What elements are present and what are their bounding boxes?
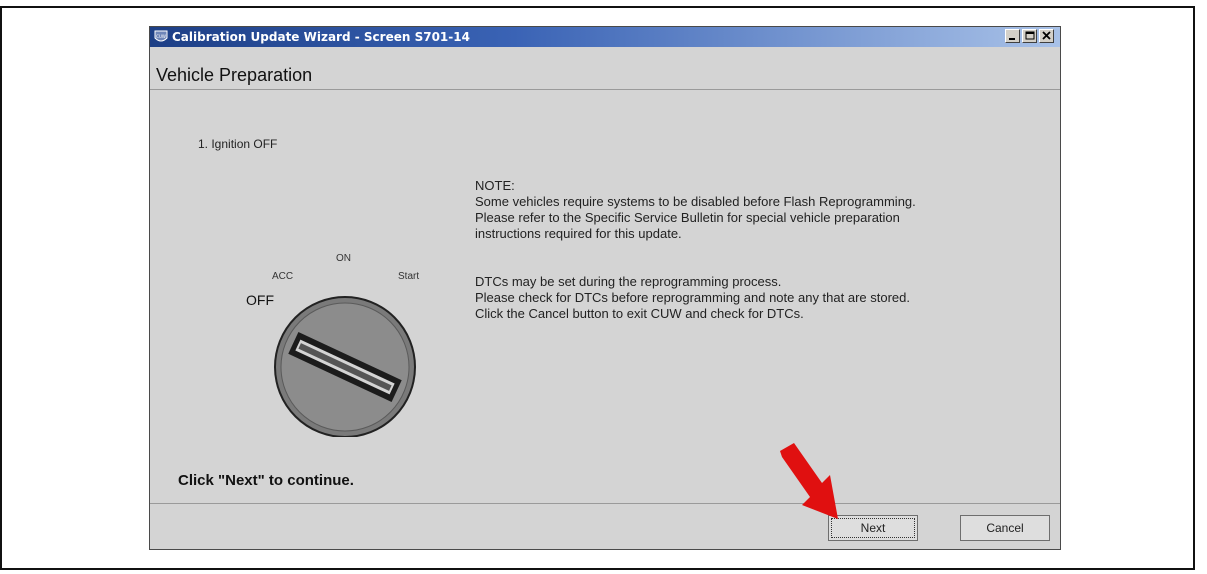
title-bar[interactable]: CUW Calibration Update Wizard - Screen S… [150, 27, 1060, 47]
key-label-off: OFF [246, 292, 274, 308]
app-icon: CUW [154, 30, 168, 42]
ignition-key-icon [274, 296, 416, 438]
maximize-icon [1025, 31, 1035, 40]
note-line: instructions required for this update. [475, 226, 682, 241]
close-button[interactable] [1039, 29, 1054, 43]
arrow-icon [780, 443, 838, 519]
close-icon [1042, 31, 1051, 40]
dtc-line: Please check for DTCs before reprogrammi… [475, 290, 910, 305]
window-title: Calibration Update Wizard - Screen S701-… [172, 30, 470, 44]
key-label-on: ON [336, 253, 351, 264]
note-text: NOTE: Some vehicles require systems to b… [475, 178, 916, 322]
wizard-window: CUW Calibration Update Wizard - Screen S… [149, 26, 1061, 550]
page-title: Vehicle Preparation [156, 65, 313, 85]
note-line: Some vehicles require systems to be disa… [475, 194, 916, 209]
dtc-line: Click the Cancel button to exit CUW and … [475, 306, 804, 321]
minimize-button[interactable] [1005, 29, 1020, 43]
minimize-icon [1009, 38, 1015, 40]
step-label: 1. Ignition OFF [198, 137, 278, 151]
cancel-button[interactable]: Cancel [960, 515, 1050, 541]
footer-divider [150, 503, 1060, 504]
ignition-key-illustration: OFF ACC ON Start [240, 237, 440, 442]
note-line: Please refer to the Specific Service Bul… [475, 210, 900, 225]
maximize-button[interactable] [1022, 29, 1037, 43]
dtc-line: DTCs may be set during the reprogramming… [475, 274, 782, 289]
key-label-start: Start [398, 271, 420, 282]
note-line: NOTE: [475, 178, 515, 193]
key-label-acc: ACC [272, 271, 294, 282]
app-icon-text: CUW [156, 34, 166, 39]
continue-instruction: Click "Next" to continue. [178, 472, 354, 489]
page-header: Vehicle Preparation [150, 47, 1060, 90]
